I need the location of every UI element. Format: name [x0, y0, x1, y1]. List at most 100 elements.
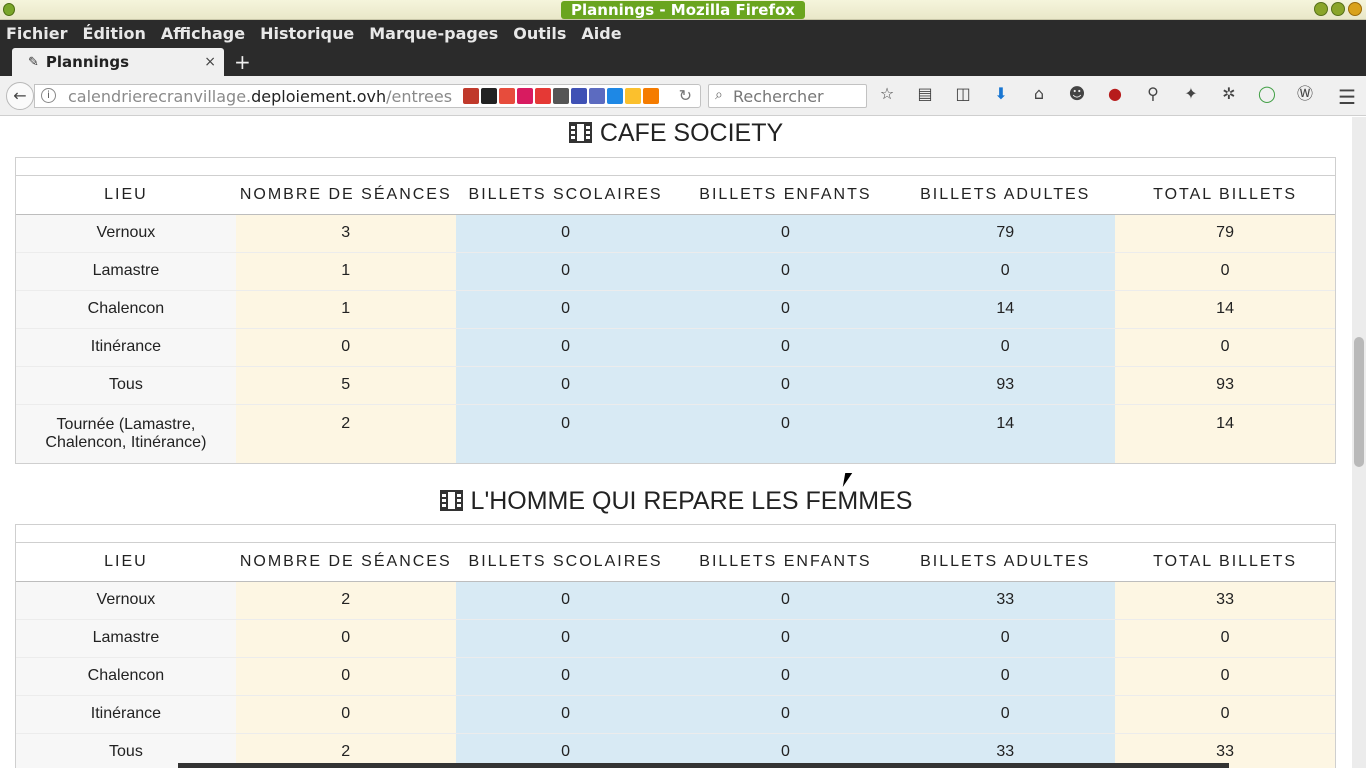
search-placeholder: Rechercher [733, 87, 824, 106]
table-cell: 0 [455, 618, 676, 657]
site-info-icon[interactable]: i [41, 88, 56, 103]
addon-icon[interactable] [589, 88, 605, 104]
table-row: Itinérance 0 0 0 0 0 [16, 327, 1335, 366]
network-icon[interactable]: ✲ [1220, 85, 1238, 103]
table-row: Tous 5 0 0 93 93 [16, 365, 1335, 404]
addon-icon[interactable] [517, 88, 533, 104]
table-cell: 0 [455, 327, 676, 366]
home-icon[interactable]: ⌂ [1030, 85, 1048, 103]
table-cell: 0 [675, 213, 896, 252]
url-bar[interactable]: i calendrierecranvillage.deploiement.ovh… [34, 84, 701, 108]
close-window-icon[interactable] [1348, 2, 1362, 16]
back-button[interactable]: ← [6, 82, 34, 110]
addon-icon[interactable] [481, 88, 497, 104]
table-cell: Chalencon [16, 289, 236, 328]
table-cell: 1 [235, 289, 456, 328]
table-row: Chalencon 1 0 0 14 14 [16, 289, 1335, 328]
ring-icon[interactable]: ◯ [1258, 85, 1276, 103]
addon-icon[interactable] [499, 88, 515, 104]
table-cell: 0 [675, 327, 896, 366]
menu-edition[interactable]: Édition [83, 24, 146, 43]
table-row: Lamastre 1 0 0 0 0 [16, 251, 1335, 290]
addon-icon[interactable] [643, 88, 659, 104]
table-cell: 0 [1115, 656, 1335, 695]
table-cell: 0 [675, 289, 896, 328]
addon-icon[interactable] [607, 88, 623, 104]
table-row: Lamastre 0 0 0 0 0 [16, 618, 1335, 657]
table-cell: 14 [895, 289, 1116, 328]
table-cell: 0 [675, 403, 896, 463]
window-menu-icon[interactable] [3, 3, 15, 16]
greasemonkey-icon[interactable]: ✦ [1182, 85, 1200, 103]
table-cell: 79 [895, 213, 1116, 252]
table-cell: Vernoux [16, 213, 236, 252]
table-cell: 14 [895, 403, 1116, 463]
table-row: Vernoux 2 0 0 33 33 [16, 580, 1335, 619]
table-cell: 0 [675, 365, 896, 404]
new-tab-button[interactable]: + [234, 50, 251, 74]
tab-strip: ✎ Plannings × + [0, 46, 1366, 76]
table-cell: Vernoux [16, 580, 236, 619]
table-cell: 0 [675, 580, 896, 619]
ublock-icon[interactable]: ● [1106, 85, 1124, 103]
wordpress-icon[interactable]: Ⓦ [1296, 85, 1314, 103]
table-cell: 0 [895, 618, 1116, 657]
scrollbar-thumb[interactable] [1354, 337, 1364, 467]
maximize-icon[interactable] [1331, 2, 1345, 16]
table-cell: 0 [895, 694, 1116, 733]
menu-aide[interactable]: Aide [581, 24, 621, 43]
entries-table-2: LIEU NOMBRE DE SÉANCES BILLETS SCOLAIRES… [15, 524, 1336, 768]
table-cell: 0 [675, 656, 896, 695]
table-cell: Itinérance [16, 327, 236, 366]
addon-icon[interactable] [535, 88, 551, 104]
tab-title: Plannings [45, 53, 130, 71]
table-cell: 0 [455, 213, 676, 252]
col-header-scolaires: BILLETS SCOLAIRES [455, 176, 676, 215]
table-cell: 0 [235, 327, 456, 366]
col-header-adultes: BILLETS ADULTES [895, 543, 1116, 582]
addon-icon[interactable] [571, 88, 587, 104]
table-cell: 0 [1115, 327, 1335, 366]
menu-affichage[interactable]: Affichage [161, 24, 245, 43]
search-bar[interactable]: ⌕ Rechercher [708, 84, 867, 108]
minimize-icon[interactable] [1314, 2, 1328, 16]
addon-icon[interactable] [463, 88, 479, 104]
table-cell: 0 [1115, 251, 1335, 290]
menu-marque-pages[interactable]: Marque-pages [369, 24, 498, 43]
menu-fichier[interactable]: Fichier [6, 24, 68, 43]
menu-historique[interactable]: Historique [260, 24, 354, 43]
addon-icon[interactable] [553, 88, 569, 104]
bookmarks-menu-icon[interactable]: ▤ [916, 85, 934, 103]
reload-icon[interactable]: ↻ [679, 86, 692, 105]
window-title: Plannings - Mozilla Firefox [561, 0, 805, 19]
downloads-icon[interactable]: ⬇ [992, 85, 1010, 103]
bookmark-star-icon[interactable]: ☆ [878, 85, 896, 103]
entries-table-1: LIEU NOMBRE DE SÉANCES BILLETS SCOLAIRES… [15, 157, 1336, 464]
col-header-scolaires: BILLETS SCOLAIRES [455, 543, 676, 582]
col-header-enfants: BILLETS ENFANTS [675, 176, 896, 215]
table-cell: Lamastre [16, 618, 236, 657]
horizontal-scroll-indicator[interactable] [178, 763, 1229, 768]
hamburger-menu-icon[interactable]: ☰ [1338, 85, 1356, 109]
menu-outils[interactable]: Outils [513, 24, 566, 43]
table-cell: 0 [455, 365, 676, 404]
page-content: CAFE SOCIETY LIEU NOMBRE DE SÉANCES BILL… [0, 117, 1352, 768]
tab-plannings[interactable]: ✎ Plannings × [12, 48, 224, 76]
tab-close-icon[interactable]: × [204, 54, 216, 70]
pin-icon[interactable]: ⚲ [1144, 85, 1162, 103]
table-cell: 0 [675, 618, 896, 657]
chat-icon[interactable]: ☻ [1068, 85, 1086, 103]
addon-icon[interactable] [625, 88, 641, 104]
vertical-scrollbar[interactable] [1352, 117, 1366, 768]
table-cell: 33 [1115, 580, 1335, 619]
url-text[interactable]: calendrierecranvillage.deploiement.ovh/e… [68, 87, 452, 106]
table-cell: 0 [1115, 618, 1335, 657]
table-2: LIEU NOMBRE DE SÉANCES BILLETS SCOLAIRES… [16, 543, 1335, 768]
table-cell: 2 [235, 580, 456, 619]
pocket-icon[interactable]: ◫ [954, 85, 972, 103]
col-header-enfants: BILLETS ENFANTS [675, 543, 896, 582]
table-top-band [16, 158, 1335, 176]
window-titlebar: Plannings - Mozilla Firefox [0, 0, 1366, 20]
table-1-body: Vernoux 3 0 0 79 79 Lamastre 1 0 0 0 0 Chalencon 1 0 0 1… [16, 213, 1335, 463]
table-cell: 2 [235, 403, 456, 463]
